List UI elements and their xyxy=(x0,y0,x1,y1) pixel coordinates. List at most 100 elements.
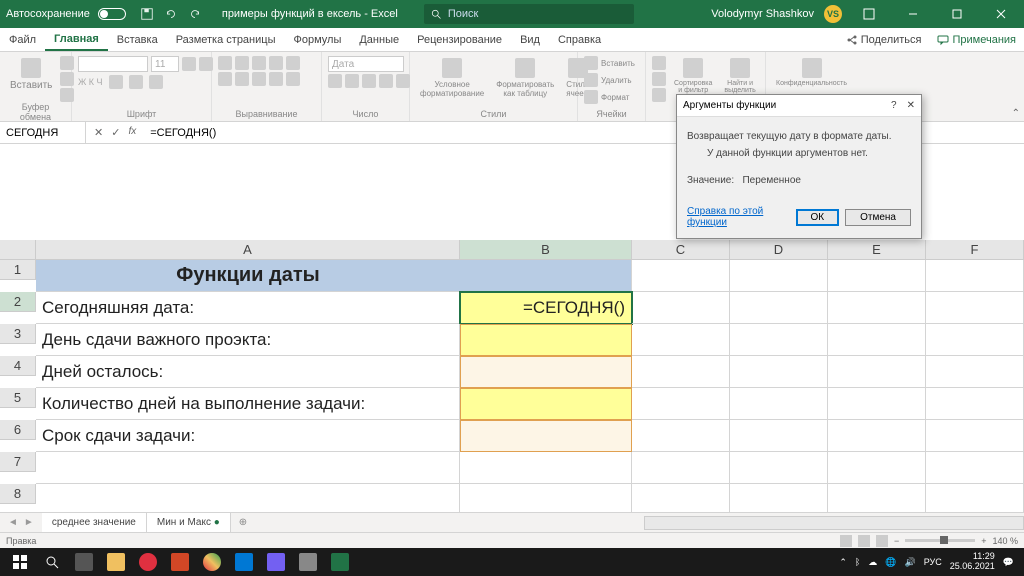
row-3[interactable]: 3 xyxy=(0,324,36,344)
cell-A1[interactable]: Функции даты xyxy=(36,260,460,292)
tray-lang[interactable]: РУС xyxy=(924,557,942,567)
align-mid-icon[interactable] xyxy=(235,56,249,70)
search-box[interactable]: Поиск xyxy=(424,4,634,24)
cell-B2[interactable]: =СЕГОДНЯ() xyxy=(460,292,632,324)
tab-formulas[interactable]: Формулы xyxy=(284,28,350,51)
tab-review[interactable]: Рецензирование xyxy=(408,28,511,51)
row-5[interactable]: 5 xyxy=(0,388,36,408)
orient-icon[interactable] xyxy=(269,56,283,70)
task-viber-icon[interactable] xyxy=(260,550,292,574)
percent-icon[interactable] xyxy=(345,74,359,88)
tab-help[interactable]: Справка xyxy=(549,28,610,51)
cell-B1[interactable] xyxy=(460,260,632,292)
cell-C4[interactable] xyxy=(632,356,730,388)
dialog-close-icon[interactable]: ✕ xyxy=(907,100,915,111)
tray-network-icon[interactable]: 🌐 xyxy=(885,557,896,568)
minimize-icon[interactable] xyxy=(896,0,930,28)
sheet-next-icon[interactable]: ► xyxy=(24,517,34,528)
zoom-out-icon[interactable]: − xyxy=(894,536,899,546)
find-select-button[interactable]: Найти и выделить xyxy=(720,56,759,96)
collapse-ribbon-icon[interactable]: ⌃ xyxy=(1012,108,1020,119)
row-8[interactable]: 8 xyxy=(0,484,36,504)
start-button[interactable] xyxy=(4,550,36,574)
number-format-select[interactable]: Дата xyxy=(328,56,404,72)
cell-E7[interactable] xyxy=(828,452,926,484)
tray-cloud-icon[interactable]: ☁ xyxy=(868,557,877,568)
tab-home[interactable]: Главная xyxy=(45,28,108,51)
share-button[interactable]: Поделиться xyxy=(838,34,930,46)
row-6[interactable]: 6 xyxy=(0,420,36,440)
align-center-icon[interactable] xyxy=(235,72,249,86)
col-D[interactable]: D xyxy=(730,240,828,260)
accept-formula-icon[interactable]: ✓ xyxy=(111,126,120,139)
view-break-icon[interactable] xyxy=(876,535,888,547)
cell-D4[interactable] xyxy=(730,356,828,388)
cell-B7[interactable] xyxy=(460,452,632,484)
row-1[interactable]: 1 xyxy=(0,260,36,280)
add-sheet-icon[interactable]: ⊕ xyxy=(231,517,255,528)
autosum-icon[interactable] xyxy=(652,56,666,70)
task-app2-icon[interactable] xyxy=(292,550,324,574)
cell-A7[interactable] xyxy=(36,452,460,484)
undo-icon[interactable] xyxy=(164,7,178,21)
task-app1-icon[interactable] xyxy=(228,550,260,574)
cell-E5[interactable] xyxy=(828,388,926,420)
dec-dec-icon[interactable] xyxy=(396,74,410,88)
comma-icon[interactable] xyxy=(362,74,376,88)
row-2[interactable]: 2 xyxy=(0,292,36,312)
zoom-in-icon[interactable]: + xyxy=(981,536,986,546)
cell-A4[interactable]: Дней осталось: xyxy=(36,356,460,388)
select-all[interactable] xyxy=(0,240,36,260)
inc-dec-icon[interactable] xyxy=(379,74,393,88)
font-color-icon[interactable] xyxy=(149,75,163,89)
user-name[interactable]: Volodymyr Shashkov xyxy=(711,8,814,20)
cancel-formula-icon[interactable]: ✕ xyxy=(94,126,103,139)
cell-A5[interactable]: Количество дней на выполнение задачи: xyxy=(36,388,460,420)
cell-C5[interactable] xyxy=(632,388,730,420)
task-search-icon[interactable] xyxy=(36,550,68,574)
cond-format-button[interactable]: Условное форматирование xyxy=(416,56,488,100)
paste-button[interactable]: Вставить xyxy=(6,56,56,93)
autosave-toggle[interactable] xyxy=(98,8,126,20)
cell-D3[interactable] xyxy=(730,324,828,356)
cell-D2[interactable] xyxy=(730,292,828,324)
tab-data[interactable]: Данные xyxy=(350,28,408,51)
cell-A6[interactable]: Срок сдачи задачи: xyxy=(36,420,460,452)
dialog-help-icon[interactable]: ? xyxy=(891,100,897,111)
clear-icon[interactable] xyxy=(652,88,666,102)
task-chrome-icon[interactable] xyxy=(196,550,228,574)
maximize-icon[interactable] xyxy=(940,0,974,28)
cell-E6[interactable] xyxy=(828,420,926,452)
cell-B3[interactable] xyxy=(460,324,632,356)
col-E[interactable]: E xyxy=(828,240,926,260)
cell-A3[interactable]: День сдачи важного проэкта: xyxy=(36,324,460,356)
currency-icon[interactable] xyxy=(328,74,342,88)
view-page-icon[interactable] xyxy=(858,535,870,547)
wrap-icon[interactable] xyxy=(286,56,300,70)
cancel-button[interactable]: Отмена xyxy=(845,209,911,226)
fx-icon[interactable]: fx xyxy=(128,126,136,139)
task-excel-icon[interactable] xyxy=(324,550,356,574)
sheet-tab-2[interactable]: Мин и Макс ● xyxy=(147,513,231,532)
cell-F4[interactable] xyxy=(926,356,1024,388)
cell-E4[interactable] xyxy=(828,356,926,388)
tab-view[interactable]: Вид xyxy=(511,28,549,51)
insert-cells-button[interactable]: Вставить xyxy=(584,56,635,70)
tray-bluetooth-icon[interactable]: ᛒ xyxy=(855,557,860,567)
cell-B6[interactable] xyxy=(460,420,632,452)
fill-down-icon[interactable] xyxy=(652,72,666,86)
ok-button[interactable]: ОК xyxy=(796,209,840,226)
cell-F5[interactable] xyxy=(926,388,1024,420)
view-normal-icon[interactable] xyxy=(840,535,852,547)
tray-notifications-icon[interactable]: 💬 xyxy=(1003,557,1014,568)
horizontal-scrollbar[interactable] xyxy=(644,516,1024,530)
task-explorer-icon[interactable] xyxy=(100,550,132,574)
tray-clock[interactable]: 11:29 25.06.2021 xyxy=(950,552,995,572)
col-C[interactable]: C xyxy=(632,240,730,260)
grow-font-icon[interactable] xyxy=(182,57,196,71)
col-B[interactable]: B xyxy=(460,240,632,260)
comments-button[interactable]: Примечания xyxy=(929,34,1024,46)
tab-insert[interactable]: Вставка xyxy=(108,28,167,51)
tab-file[interactable]: Файл xyxy=(0,28,45,51)
save-icon[interactable] xyxy=(140,7,154,21)
